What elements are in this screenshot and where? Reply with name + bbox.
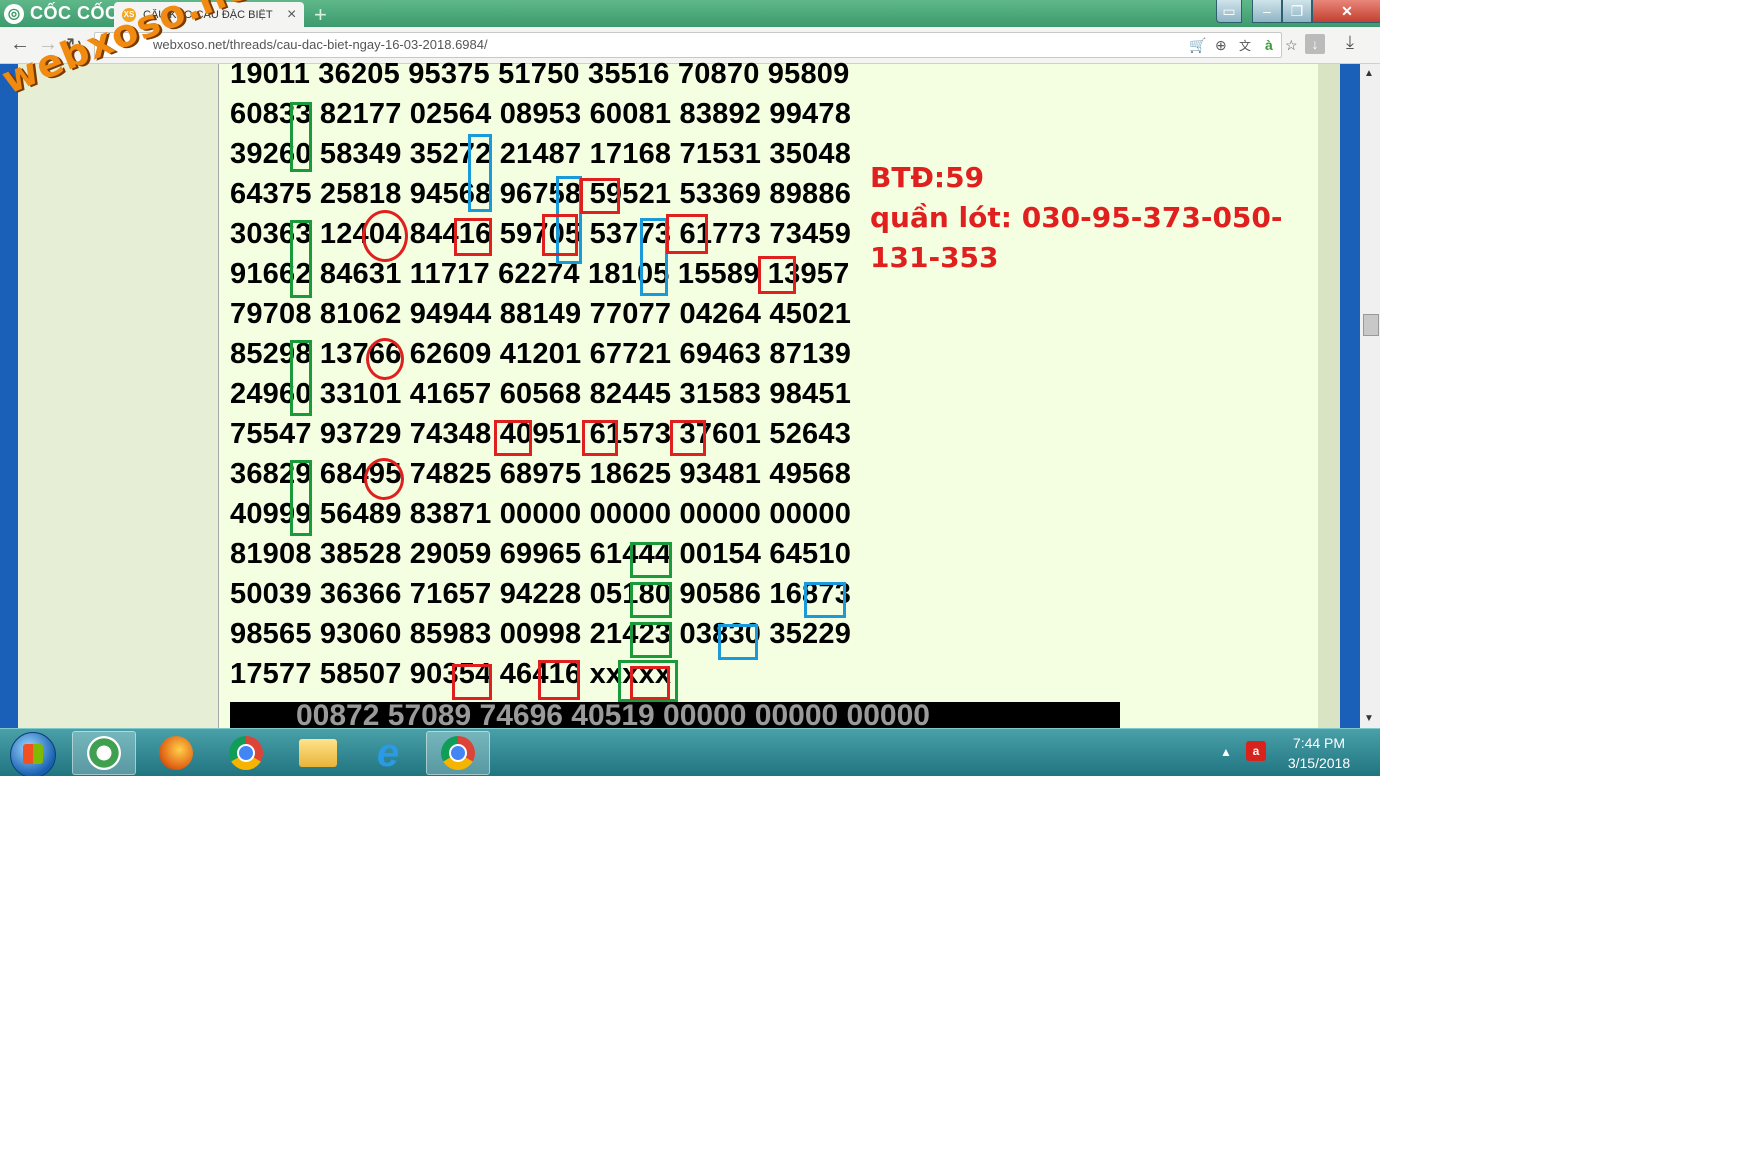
red-number-marker	[582, 420, 618, 456]
green-column-marker	[290, 460, 312, 536]
red-number-marker	[454, 218, 492, 256]
green-number-marker	[630, 542, 672, 578]
note-line-1: BTĐ:59	[870, 161, 985, 194]
note-line-3: 131-353	[870, 241, 999, 274]
address-bar[interactable]: webxoso.net/threads/cau-dac-biet-ngay-16…	[94, 32, 1325, 58]
scroll-down-icon[interactable]: ▼	[1364, 713, 1374, 724]
number-row-16: 17577 58507 90354 46416 xxxxx	[230, 658, 672, 690]
red-number-marker	[538, 660, 580, 700]
red-number-marker	[452, 664, 492, 700]
red-circle-marker	[362, 210, 408, 262]
number-row-10: 75547 93729 74348 40951 61573 37601 5264…	[230, 418, 852, 450]
taskbar-file-explorer[interactable]	[286, 731, 350, 775]
green-column-marker	[290, 102, 312, 172]
file-explorer-icon	[299, 739, 337, 767]
number-row-11: 36829 68495 74825 68975 18625 93481 4956…	[230, 458, 852, 490]
blue-column-marker	[468, 134, 492, 212]
number-row-13: 81908 38528 29059 69965 61444 00154 6451…	[230, 538, 852, 570]
taskbar-internet-explorer[interactable]: e	[356, 731, 420, 775]
downloads-icon[interactable]: ⤓	[1346, 32, 1354, 53]
url-text: webxoso.net/threads/cau-dac-biet-ngay-16…	[153, 37, 488, 52]
minimize-button[interactable]: –	[1252, 0, 1282, 23]
green-column-marker	[290, 220, 312, 298]
tab-close-icon[interactable]: ×	[287, 6, 296, 24]
taskbar-firefox[interactable]	[144, 731, 208, 775]
bookmark-star-icon[interactable]: ☆	[1285, 37, 1298, 54]
download-video-icon[interactable]: ↓	[1305, 34, 1325, 54]
coccoc-logo-icon: ◎	[4, 3, 24, 24]
scroll-up-icon[interactable]: ▲	[1364, 68, 1374, 79]
tray-expand-icon[interactable]: ▲	[1220, 745, 1232, 759]
red-circle-marker	[364, 458, 404, 500]
user-icon[interactable]: ▭	[1216, 0, 1242, 23]
new-tab-icon[interactable]: +	[314, 2, 327, 28]
number-row-4: 64375 25818 94568 96758 59521 53369 8988…	[230, 178, 852, 210]
windows-logo-icon	[23, 744, 43, 764]
firefox-icon	[159, 736, 193, 770]
zoom-icon[interactable]: ⊕	[1215, 37, 1227, 54]
green-number-marker	[630, 582, 672, 618]
coccoc-browser-icon	[87, 736, 121, 770]
antivirus-tray-icon[interactable]: a	[1246, 741, 1266, 761]
close-window-button[interactable]: ✕	[1312, 0, 1380, 23]
screenshot: ◎ CỐC CỐC XS CẦU KÈO CẦU ĐẶC BIỆT × + ▭ …	[0, 0, 1380, 776]
number-row-9: 24960 33101 41657 60568 82445 31583 9845…	[230, 378, 852, 410]
vertical-scrollbar[interactable]: ▲ ▼	[1360, 64, 1380, 728]
red-number-marker	[494, 420, 532, 456]
highlighted-result-row: 00872 57089 74696 40519 00000 00000 0000…	[230, 702, 1120, 728]
taskbar-chrome-active[interactable]	[426, 731, 490, 775]
red-number-marker	[580, 178, 620, 214]
red-number-marker	[666, 214, 708, 254]
maximize-button[interactable]: ❐	[1282, 0, 1312, 23]
prediction-note: BTĐ:59 quần lót: 030-95-373-050- 131-353	[870, 158, 1283, 278]
number-row-2: 60833 82177 02564 08953 60081 83892 9947…	[230, 98, 852, 130]
forum-right-margin	[1318, 64, 1340, 728]
clock-time: 7:44 PM	[1292, 735, 1346, 751]
forum-sidebar	[18, 64, 218, 728]
shopping-cart-icon[interactable]: 🛒	[1189, 37, 1206, 54]
blue-column-marker	[640, 218, 668, 296]
clock-date: 3/15/2018	[1287, 755, 1351, 771]
vietnamese-input-icon[interactable]: à	[1265, 37, 1273, 53]
number-row-3: 39260 58349 35272 21487 17168 71531 3504…	[230, 138, 852, 170]
red-number-marker	[758, 256, 796, 294]
translate-icon[interactable]: 文	[1239, 37, 1251, 54]
number-row-12: 40999 56489 83871 00000 00000 00000 0000…	[230, 498, 852, 530]
red-number-marker	[670, 420, 706, 456]
green-column-marker	[290, 340, 312, 416]
note-line-2: quần lót: 030-95-373-050-	[870, 201, 1283, 234]
result-row-text: 00872 57089 74696 40519 00000 00000 0000…	[296, 702, 930, 728]
blue-number-marker	[718, 624, 758, 660]
taskbar-coccoc[interactable]	[72, 731, 136, 775]
blue-number-marker	[804, 582, 846, 618]
taskbar-clock[interactable]: 7:44 PM 3/15/2018	[1280, 733, 1358, 773]
scroll-thumb[interactable]	[1363, 314, 1379, 336]
green-number-marker	[630, 622, 672, 658]
red-circle-marker	[366, 338, 404, 380]
windows-start-icon[interactable]	[10, 732, 56, 776]
number-row-1: 19011 36205 95375 51750 35516 70870 9580…	[230, 58, 850, 90]
chrome-icon	[229, 736, 263, 770]
number-row-8: 85298 13766 62609 41201 67721 69463 8713…	[230, 338, 852, 370]
number-row-6: 91662 84631 11717 62274 18105 15589 1395…	[230, 258, 850, 290]
chrome-icon	[441, 736, 475, 770]
internet-explorer-icon: e	[376, 730, 400, 775]
number-row-7: 79708 81062 94944 88149 77077 04264 4502…	[230, 298, 852, 330]
taskbar-chrome[interactable]	[214, 731, 278, 775]
red-number-marker	[542, 214, 578, 256]
number-row-5: 30363 12404 84416 59705 53773 61773 7345…	[230, 218, 852, 250]
windows-taskbar: e ▲ a 7:44 PM 3/15/2018	[0, 728, 1380, 776]
number-row-14: 50039 36366 71657 94228 05180 90586 1687…	[230, 578, 852, 610]
red-number-marker	[630, 666, 670, 700]
